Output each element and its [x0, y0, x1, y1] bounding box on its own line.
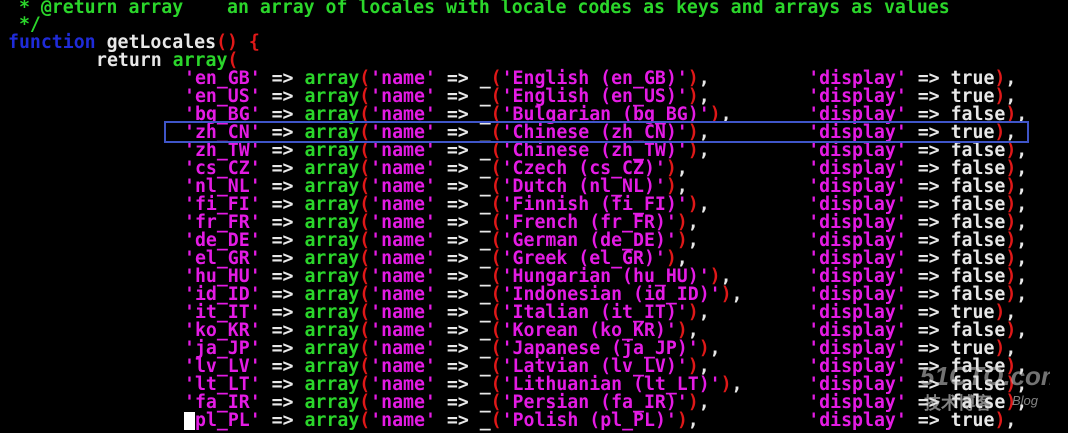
function-keyword: function	[8, 32, 96, 53]
locale-label: 'Polish (pl_PL)'	[501, 410, 677, 431]
return-keyword: return	[96, 50, 162, 71]
text-cursor	[184, 412, 195, 430]
locale-code: pl_PL'	[195, 410, 261, 431]
display-key: 'display'	[808, 410, 907, 431]
display-value: true	[950, 410, 995, 431]
doc-comment-line: * @return array an array of locales with…	[8, 0, 950, 18]
locale-line-pl-pl: pl_PL' => array('name' => _('Polish (pl_…	[184, 410, 1016, 431]
name-key: 'name'	[370, 410, 436, 431]
code-editor[interactable]: * @return array an array of locales with…	[0, 0, 1068, 433]
function-brace: {	[248, 32, 260, 53]
inner-array-keyword: array	[304, 410, 360, 431]
